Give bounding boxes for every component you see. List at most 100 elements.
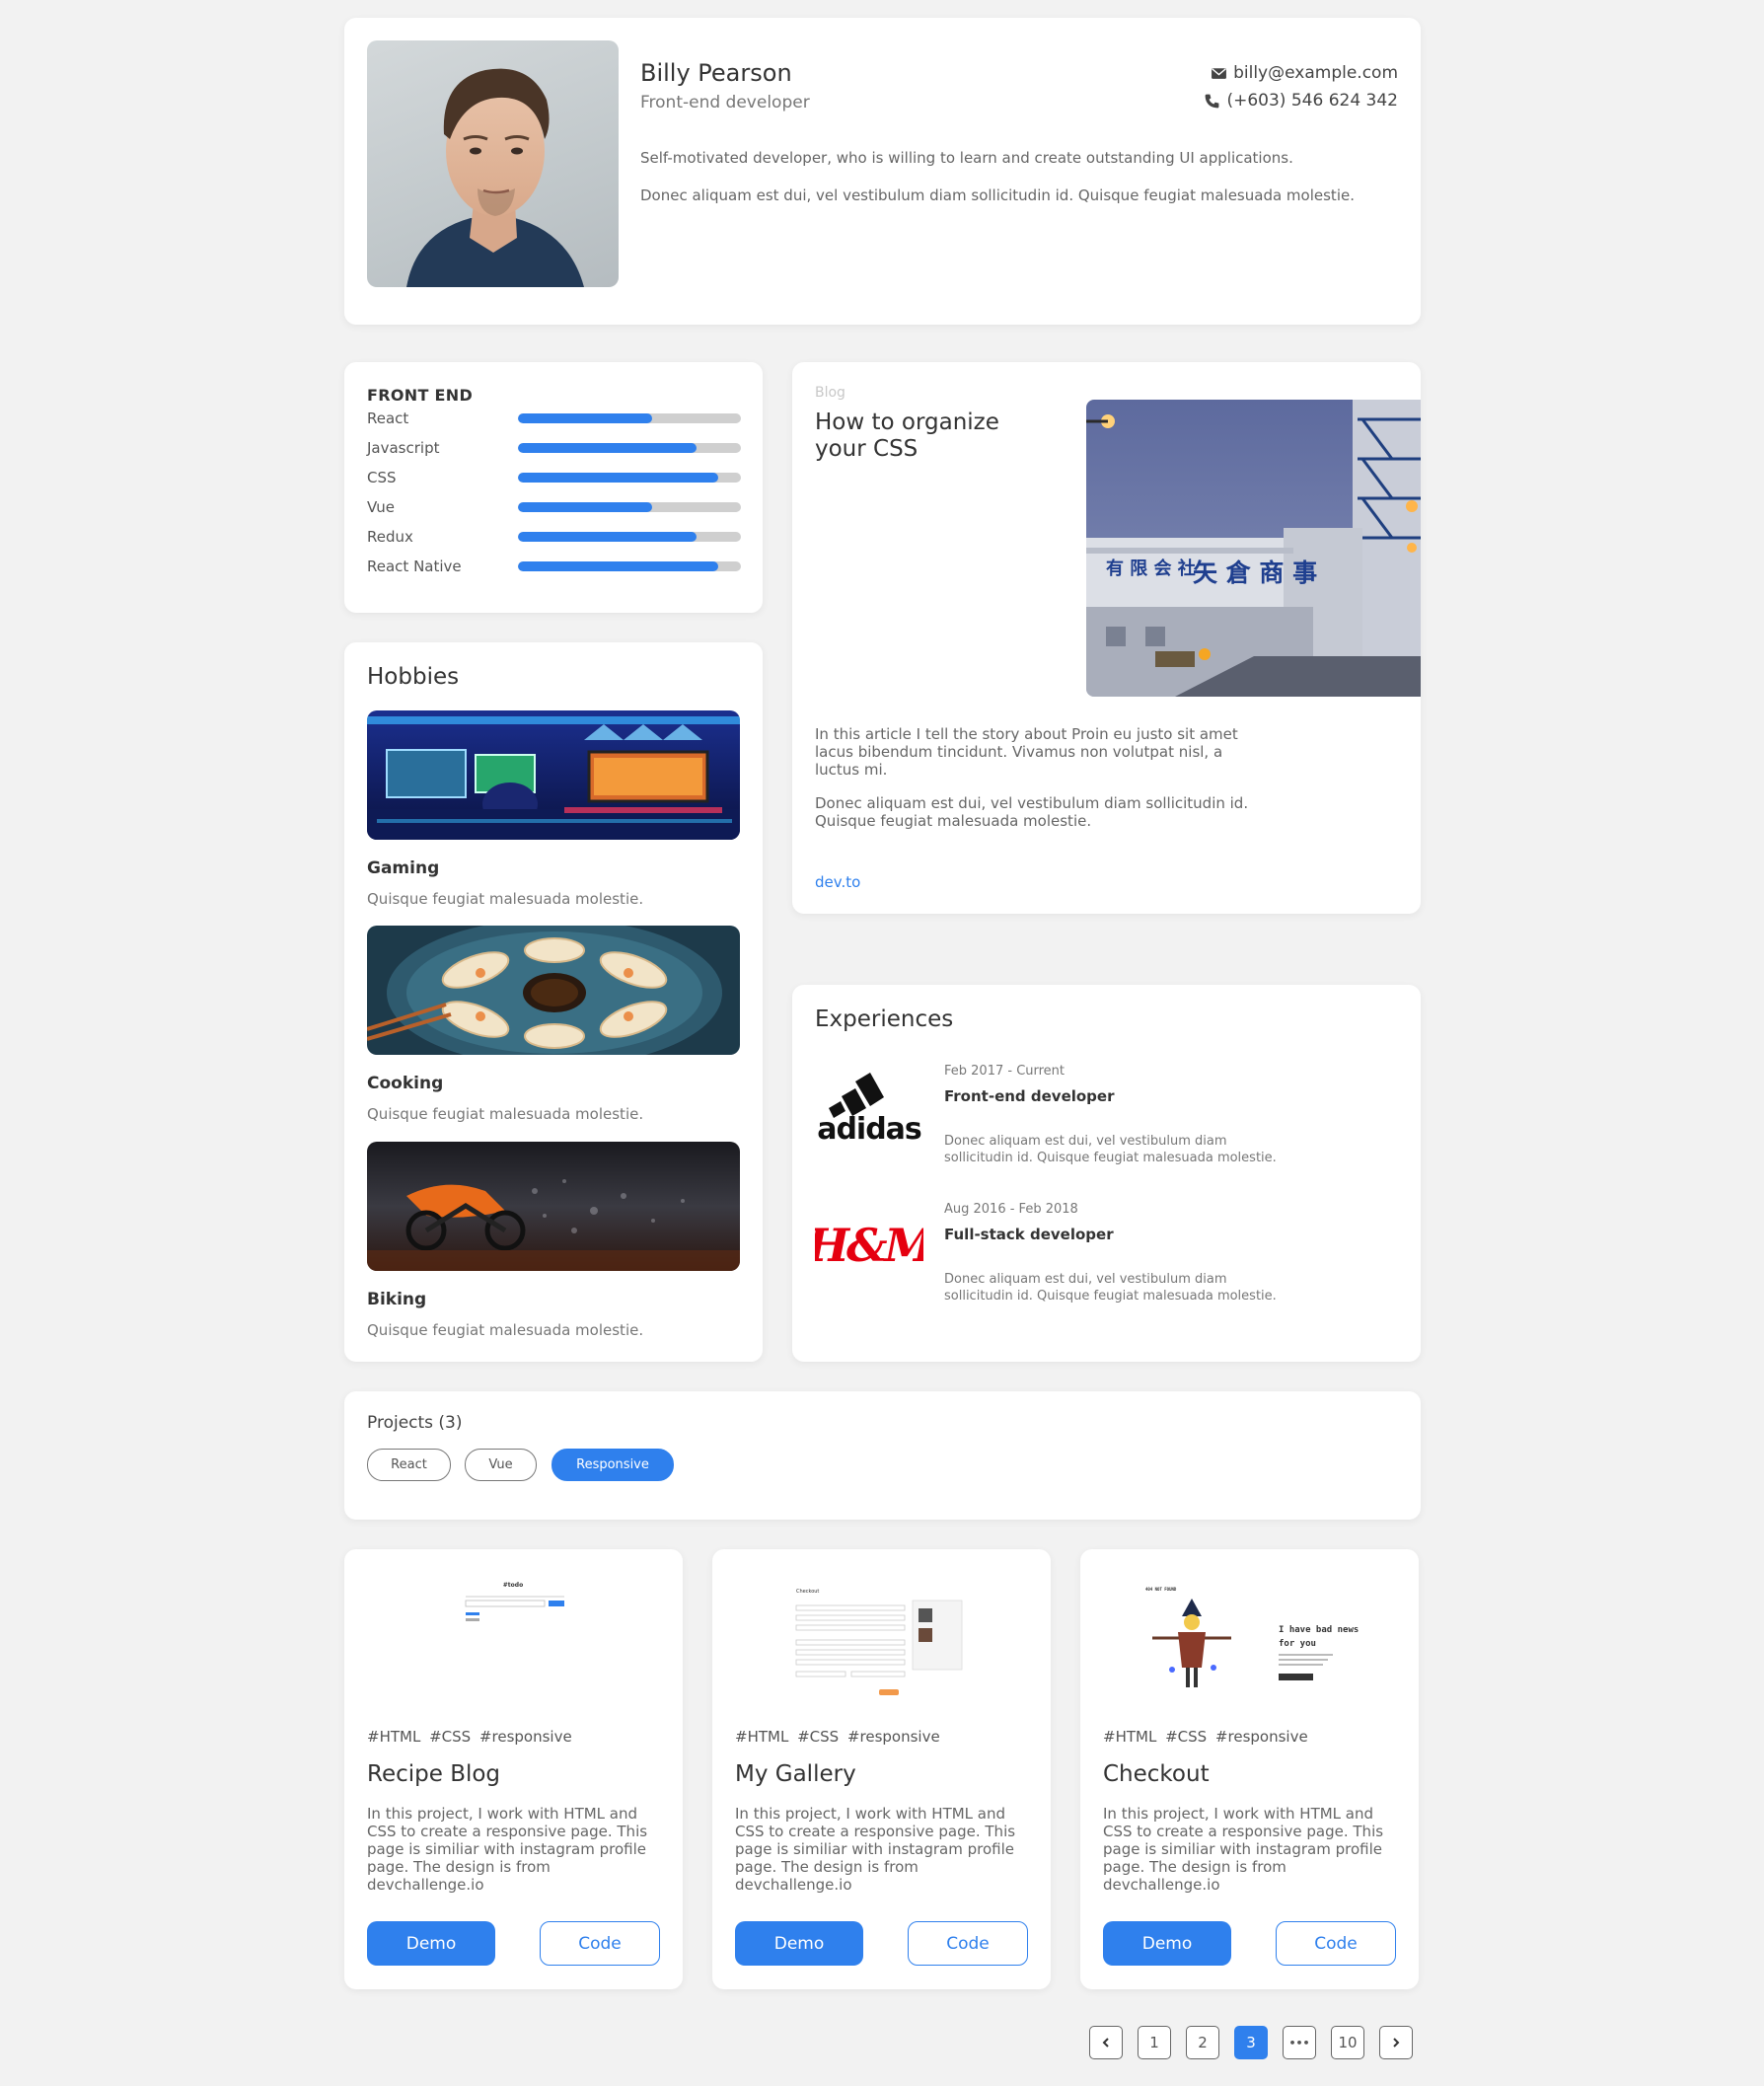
hobby-name: Cooking — [367, 1074, 444, 1093]
skill-row: React — [367, 408, 742, 429]
project-card: #todo #HTML #CSS #responsive Recipe Blog… — [344, 1549, 683, 1989]
page-button-3[interactable]: 3 — [1234, 2026, 1268, 2059]
project-desc: In this project, I work with HTML and CS… — [735, 1805, 1016, 1894]
code-button[interactable]: Code — [908, 1921, 1028, 1966]
skill-progress-fill — [518, 502, 652, 512]
experience-date: Feb 2017 - Current — [944, 1064, 1066, 1079]
code-button[interactable]: Code — [1276, 1921, 1396, 1966]
skill-progress-bar — [518, 561, 741, 571]
blog-title: How to organize your CSS — [815, 410, 999, 462]
mail-icon — [1212, 67, 1227, 79]
page-button-1[interactable]: 1 — [1138, 2026, 1171, 2059]
skill-label: Vue — [367, 498, 395, 516]
chevron-right-icon — [1393, 2038, 1400, 2048]
hobby-desc: Quisque feugiat malesuada molestie. — [367, 1105, 644, 1123]
thumb-text: for you — [1279, 1639, 1316, 1649]
thumb-text: 404 NOT FOUND — [1145, 1587, 1177, 1592]
hobby-desc: Quisque feugiat malesuada molestie. — [367, 1321, 644, 1339]
filter-chip-vue[interactable]: Vue — [465, 1449, 537, 1481]
profile-bio: Self-motivated developer, who is willing… — [640, 149, 1390, 224]
blog-card: Blog How to organize your CSS 有 限 会 社 矢 … — [792, 362, 1421, 914]
experience-role: Front-end developer — [944, 1087, 1115, 1105]
bio-paragraph: Donec aliquam est dui, vel vestibulum di… — [640, 186, 1355, 204]
hobby-gaming: Gaming Quisque feugiat malesuada molesti… — [367, 710, 740, 908]
project-thumbnail: #todo — [367, 1561, 660, 1719]
skill-label: React Native — [367, 558, 462, 575]
project-title: Recipe Blog — [367, 1761, 501, 1787]
page-ellipsis-button[interactable]: ••• — [1283, 2026, 1316, 2059]
avatar — [367, 40, 619, 287]
next-page-button[interactable] — [1379, 2026, 1413, 2059]
thumb-text: #todo — [503, 1582, 523, 1589]
chevron-left-icon — [1102, 2038, 1109, 2048]
profile-role: Front-end developer — [640, 93, 810, 112]
project-desc: In this project, I work with HTML and CS… — [367, 1805, 648, 1894]
experiences-title: Experiences — [815, 1006, 954, 1032]
skill-progress-bar — [518, 413, 741, 423]
skill-label: React — [367, 410, 409, 427]
experience-desc: Donec aliquam est dui, vel vestibulum di… — [944, 1272, 1277, 1304]
blog-text: In this article I tell the story about P… — [815, 725, 1249, 846]
email-row[interactable]: billy@example.com — [1204, 59, 1398, 87]
demo-button[interactable]: Demo — [735, 1921, 863, 1966]
skill-row: CSS — [367, 467, 742, 488]
hobby-desc: Quisque feugiat malesuada molestie. — [367, 890, 644, 908]
skill-progress-fill — [518, 413, 652, 423]
experience-role: Full-stack developer — [944, 1226, 1114, 1243]
phone-icon — [1206, 94, 1219, 108]
page-button-10[interactable]: 10 — [1331, 2026, 1364, 2059]
demo-button[interactable]: Demo — [367, 1921, 495, 1966]
profile-card: Billy Pearson Front-end developer billy@… — [344, 18, 1421, 325]
svg-text:H&M: H&M — [815, 1219, 923, 1272]
experience-desc: Donec aliquam est dui, vel vestibulum di… — [944, 1134, 1277, 1165]
skill-progress-bar — [518, 473, 741, 483]
code-button[interactable]: Code — [540, 1921, 660, 1966]
skill-row: Javascript — [367, 437, 742, 459]
filter-chip-responsive[interactable]: Responsive — [551, 1449, 674, 1481]
svg-text:矢 倉 商 事: 矢 倉 商 事 — [1193, 559, 1317, 587]
skill-progress-bar — [518, 443, 741, 453]
biking-image — [367, 1142, 740, 1271]
cooking-image — [367, 926, 740, 1055]
gaming-image — [367, 710, 740, 840]
email-text: billy@example.com — [1233, 63, 1398, 83]
hobby-name: Biking — [367, 1290, 427, 1309]
hm-logo: H&M — [805, 1202, 940, 1281]
skill-progress-fill — [518, 561, 719, 571]
skill-progress-bar — [518, 502, 741, 512]
skill-row: Vue — [367, 496, 742, 518]
experience-date: Aug 2016 - Feb 2018 — [944, 1202, 1078, 1217]
blog-tag: Blog — [815, 385, 845, 401]
hobby-name: Gaming — [367, 858, 440, 878]
blog-image: 有 限 会 社 矢 倉 商 事 — [1086, 400, 1421, 697]
project-tags: #HTML #CSS #responsive — [735, 1728, 940, 1746]
skill-progress-bar — [518, 532, 741, 542]
experiences-card: Experiences adidas Feb 2017 - Current Fr… — [792, 985, 1421, 1362]
project-thumbnail: 404 NOT FOUND I have bad news for you — [1103, 1561, 1396, 1719]
pagination: 1 2 3 ••• 10 — [1089, 2026, 1413, 2059]
svg-text:adidas: adidas — [817, 1112, 921, 1143]
blog-link[interactable]: dev.to — [815, 873, 860, 891]
blog-paragraph: Donec aliquam est dui, vel vestibulum di… — [815, 794, 1249, 830]
contact-info: billy@example.com (+603) 546 624 342 — [1204, 59, 1398, 114]
phone-row[interactable]: (+603) 546 624 342 — [1204, 87, 1398, 114]
skill-progress-fill — [518, 532, 697, 542]
filter-chip-react[interactable]: React — [367, 1449, 451, 1481]
demo-button[interactable]: Demo — [1103, 1921, 1231, 1966]
skills-title: FRONT END — [367, 386, 474, 405]
hobby-cooking: Cooking Quisque feugiat malesuada molest… — [367, 926, 740, 1123]
project-title: Checkout — [1103, 1761, 1210, 1787]
project-thumbnail: Checkout — [735, 1561, 1028, 1719]
project-card: 404 NOT FOUND I have bad news for you #H… — [1080, 1549, 1419, 1989]
project-tags: #HTML #CSS #responsive — [367, 1728, 572, 1746]
bio-paragraph: Self-motivated developer, who is willing… — [640, 149, 1293, 167]
project-title: My Gallery — [735, 1761, 856, 1787]
project-card: Checkout #HTML #CSS #responsive My Galle… — [712, 1549, 1051, 1989]
projects-title: Projects (3) — [367, 1413, 463, 1433]
page-button-2[interactable]: 2 — [1186, 2026, 1219, 2059]
skill-label: CSS — [367, 469, 397, 486]
skills-card: FRONT END React Javascript CSS Vue Redux Reac… — [344, 362, 763, 613]
blog-paragraph: In this article I tell the story about P… — [815, 725, 1238, 779]
projects-filter-card: Projects (3) React Vue Responsive — [344, 1391, 1421, 1520]
prev-page-button[interactable] — [1089, 2026, 1123, 2059]
